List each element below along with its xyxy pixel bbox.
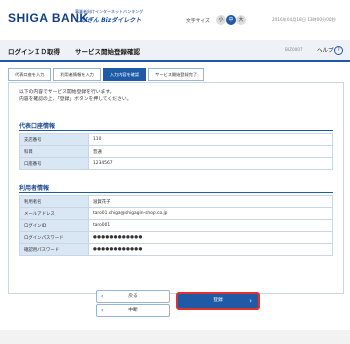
user-name-label: 利用者名 (19, 195, 89, 208)
step-3-current: 入力内容を確認 (102, 68, 147, 81)
table-row: 科目 普通 (19, 145, 333, 158)
header: SHIGA BANK 事業者向けインターネットバンキング しがぎん Bizダイレ… (0, 0, 350, 36)
step-1: 代表口座を入力 (8, 68, 52, 81)
intro-line-1: 以下の内容でサービス開始登録を行います。 (19, 90, 115, 95)
tagline: 事業者向けインターネットバンキング (75, 9, 144, 14)
email-label: メールアドレス (19, 207, 89, 220)
register-button-label: 登録 (213, 298, 223, 303)
account-section-rule (19, 130, 333, 131)
step-4: サービス開始登録完了 (148, 68, 205, 81)
help-icon[interactable]: ? (334, 46, 343, 55)
login-id-label: ログインID (19, 219, 89, 232)
chevron-right-icon: › (249, 297, 252, 305)
account-type-label: 科目 (19, 145, 89, 158)
user-section-title: 利用者情報 (19, 185, 50, 192)
chevron-left-icon: ‹ (101, 307, 104, 314)
font-size-small-button[interactable]: 小 (216, 15, 226, 25)
screen-id: BIZ0007 (285, 47, 303, 52)
confirm-password-value: ●●●●●●●●●●●● (88, 243, 333, 256)
login-password-value: ●●●●●●●●●●●● (88, 231, 333, 244)
login-password-label: ログインパスワード (19, 231, 89, 244)
font-size-large-button[interactable]: 大 (236, 15, 246, 25)
account-number-value: 1234567 (88, 157, 333, 170)
branch-number-value: 110 (88, 133, 333, 146)
register-button[interactable]: 登録 › (176, 292, 260, 310)
user-name-value: 滋賀花子 (88, 195, 333, 208)
intro-text: 以下の内容でサービス開始登録を行います。 内容を確認の上、「登録」ボタンを押して… (19, 89, 131, 103)
user-info-table: 利用者名 滋賀花子 メールアドレス taro01.shiga@shigagin-… (19, 195, 333, 256)
cancel-button-label: 中断 (128, 308, 138, 313)
table-row: ログインパスワード ●●●●●●●●●●●● (19, 231, 333, 244)
confirm-password-label: 確認用パスワード (19, 243, 89, 256)
progress-steps: 代表口座を入力 利用者情報を入力 入力内容を確認 サービス開始登録完了 (8, 68, 206, 81)
back-button-label: 戻る (128, 294, 138, 299)
cancel-button[interactable]: ‹ 中断 (96, 304, 170, 317)
table-row: 口座番号 1234567 (19, 157, 333, 170)
account-number-label: 口座番号 (19, 157, 89, 170)
datetime: 2016年04月18日 13時00分00秒 (272, 17, 336, 22)
account-type-value: 普通 (88, 145, 333, 158)
table-row: メールアドレス taro01.shiga@shigagin-shop.co.jp (19, 207, 333, 220)
branch-number-label: 支店番号 (19, 133, 89, 146)
account-section-title: 代表口座情報 (19, 123, 56, 130)
font-size-label: 文字サイズ (186, 19, 210, 24)
table-row: 利用者名 滋賀花子 (19, 195, 333, 208)
title-bar: ログインＩＤ取得 サービス開始登録確認 BIZ0007 ヘルプ ? (0, 40, 350, 62)
chevron-left-icon: ‹ (101, 293, 104, 300)
account-info-table: 支店番号 110 科目 普通 口座番号 1234567 (19, 133, 333, 170)
user-section-rule (19, 192, 333, 193)
back-button[interactable]: ‹ 戻る (96, 290, 170, 303)
page-title: ログインＩＤ取得 (8, 48, 60, 56)
help-link[interactable]: ヘルプ (317, 46, 334, 54)
table-row: 確認用パスワード ●●●●●●●●●●●● (19, 243, 333, 256)
main-content: 以下の内容でサービス開始登録を行います。 内容を確認の上、「登録」ボタンを押して… (8, 82, 344, 294)
font-size-medium-button[interactable]: 中 (226, 15, 236, 25)
email-value: taro01.shiga@shigagin-shop.co.jp (88, 207, 333, 220)
intro-line-2: 内容を確認の上、「登録」ボタンを押してください。 (19, 97, 132, 102)
page-subtitle: サービス開始登録確認 (75, 48, 140, 56)
footer (0, 330, 350, 344)
service-name: しがぎん Bizダイレクト (75, 17, 142, 24)
login-id-value: taro001 (88, 219, 333, 232)
table-row: 支店番号 110 (19, 133, 333, 146)
table-row: ログインID taro001 (19, 219, 333, 232)
step-2: 利用者情報を入力 (53, 68, 101, 81)
